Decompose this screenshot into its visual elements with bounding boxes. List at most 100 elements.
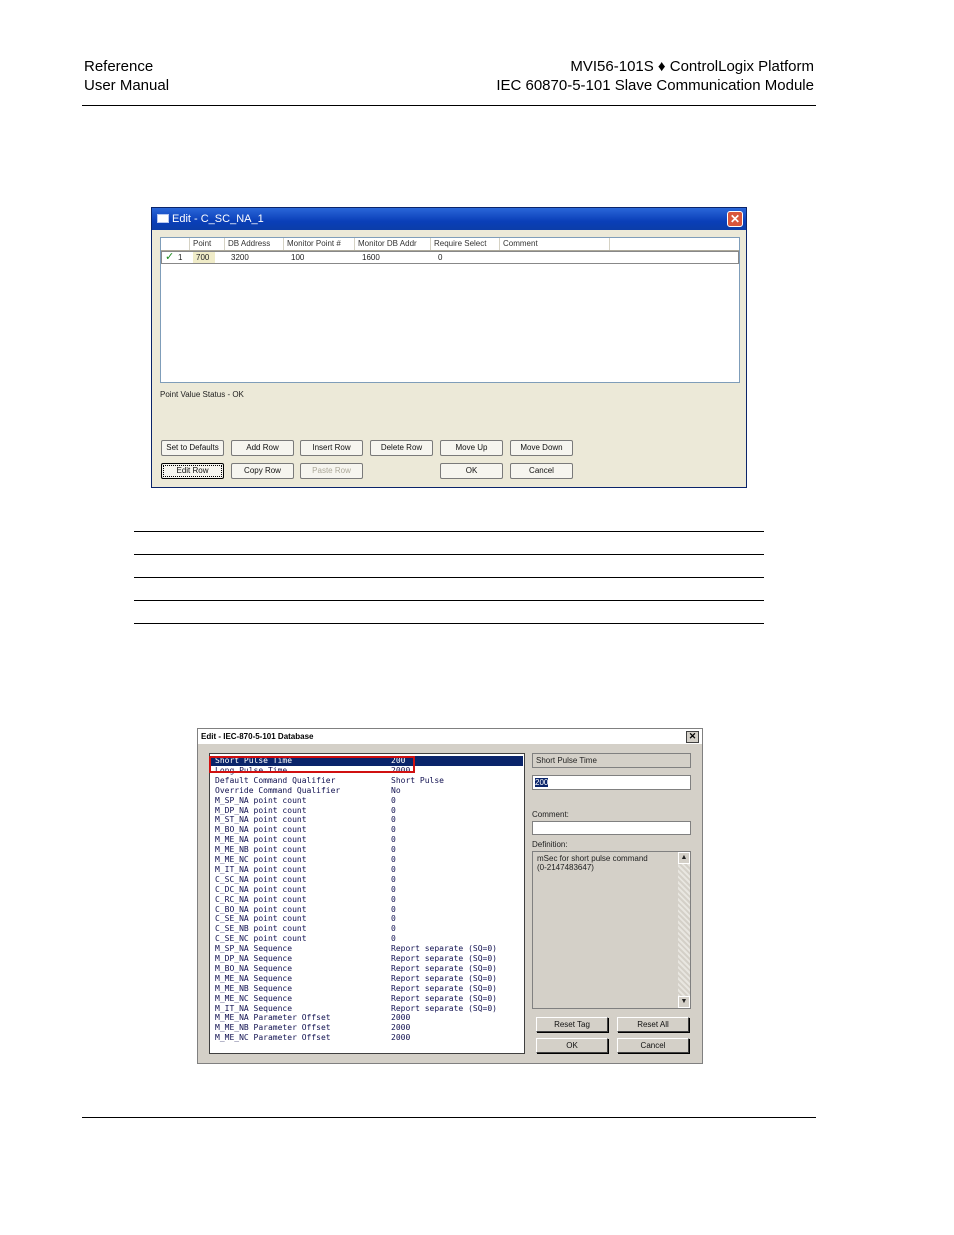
parameter-name: M_BO_NA Sequence bbox=[215, 963, 293, 973]
list-item[interactable]: C_SC_NA point count 0 bbox=[210, 875, 523, 885]
list-item[interactable]: C_BO_NA point count 0 bbox=[210, 905, 523, 915]
parameter-name: M_SP_NA Sequence bbox=[215, 944, 293, 954]
parameter-name: M_ME_NA Sequence bbox=[215, 973, 293, 983]
ok-button[interactable]: OK bbox=[440, 463, 503, 479]
comment-field[interactable] bbox=[532, 821, 691, 835]
header-module: IEC 60870-5-101 Slave Communication Modu… bbox=[496, 77, 814, 94]
value-input[interactable]: 200 bbox=[532, 775, 691, 790]
move-down-button[interactable]: Move Down bbox=[510, 440, 573, 456]
move-up-button[interactable]: Move Up bbox=[440, 440, 503, 456]
grid-header: Point DB Address Monitor Point # Monitor… bbox=[161, 238, 739, 251]
list-item[interactable]: M_BO_NA Sequence Report separate (SQ=0) bbox=[210, 964, 523, 974]
header-product: MVI56-101S ♦ ControlLogix Platform bbox=[570, 58, 814, 75]
list-item[interactable]: M_IT_NA Sequence Report separate (SQ=0) bbox=[210, 1004, 523, 1014]
reset-all-button[interactable]: Reset All bbox=[617, 1017, 689, 1032]
list-item[interactable]: Override Command Qualifier No bbox=[210, 786, 523, 796]
parameter-value: 0 bbox=[391, 795, 396, 805]
header-section: Reference bbox=[84, 58, 154, 75]
parameter-value: Report separate (SQ=0) bbox=[391, 944, 497, 954]
parameter-value: 0 bbox=[391, 845, 396, 855]
definition-scrollbar[interactable]: ▲ ▼ bbox=[677, 852, 690, 1008]
list-item[interactable]: M_ME_NB Parameter Offset 2000 bbox=[210, 1023, 523, 1033]
list-item[interactable]: C_RC_NA point count 0 bbox=[210, 895, 523, 905]
grid-header-comment: Comment bbox=[500, 238, 610, 250]
reset-tag-button[interactable]: Reset Tag bbox=[536, 1017, 608, 1032]
list-item[interactable]: M_ME_NC Sequence Report separate (SQ=0) bbox=[210, 994, 523, 1004]
cell-comment[interactable] bbox=[504, 252, 507, 263]
parameter-value: Report separate (SQ=0) bbox=[391, 1003, 497, 1013]
grid-header-monitor-point: Monitor Point # bbox=[284, 238, 355, 250]
list-item[interactable]: M_ME_NB Sequence Report separate (SQ=0) bbox=[210, 984, 523, 994]
parameter-name: Override Command Qualifier bbox=[215, 785, 341, 795]
list-item[interactable]: M_ME_NC Parameter Offset 2000 bbox=[210, 1033, 523, 1043]
scroll-down-icon[interactable]: ▼ bbox=[678, 996, 690, 1008]
parameter-name: M_DP_NA Sequence bbox=[215, 954, 293, 963]
cancel-button[interactable]: Cancel bbox=[617, 1038, 689, 1053]
table-rule-5 bbox=[134, 623, 764, 624]
parameter-name: C_SE_NB point count bbox=[215, 924, 307, 934]
definition-box: mSec for short pulse command (0-21474836… bbox=[532, 851, 691, 1009]
check-icon: ✓ bbox=[165, 251, 175, 263]
list-item[interactable]: C_SE_NC point count 0 bbox=[210, 934, 523, 944]
header-rule bbox=[82, 105, 816, 106]
parameter-list[interactable]: Short Pulse Time 200 Long Pulse Time 2000 De… bbox=[209, 753, 525, 1054]
list-item[interactable]: M_ME_NA Sequence Report separate (SQ=0) bbox=[210, 974, 523, 984]
list-item[interactable]: C_DC_NA point count 0 bbox=[210, 885, 523, 895]
scroll-up-icon[interactable]: ▲ bbox=[678, 852, 690, 864]
list-item[interactable]: M_ME_NA point count 0 bbox=[210, 835, 523, 845]
value-input-text: 200 bbox=[535, 778, 549, 787]
edit-c-sc-na-1-dialog: Edit - C_SC_NA_1 ✕ Point DB Address Moni… bbox=[151, 207, 747, 488]
insert-row-button[interactable]: Insert Row bbox=[300, 440, 363, 456]
list-item[interactable]: M_IT_NA point count 0 bbox=[210, 865, 523, 875]
parameter-value: 0 bbox=[391, 825, 396, 835]
list-item[interactable]: M_SP_NA point count 0 bbox=[210, 796, 523, 806]
parameter-value: 0 bbox=[391, 855, 396, 864]
parameter-name: M_ME_NB point count bbox=[215, 845, 307, 855]
table-rule-3 bbox=[134, 577, 764, 578]
list-item[interactable]: M_BO_NA point count 0 bbox=[210, 825, 523, 835]
edit-iec-database-dialog: Edit - IEC-870-5-101 Database ✕ Short Pu… bbox=[197, 728, 703, 1064]
table-rule-1 bbox=[134, 531, 764, 532]
parameter-name: M_ME_NC Sequence bbox=[215, 993, 293, 1003]
cancel-button[interactable]: Cancel bbox=[510, 463, 573, 479]
cell-point[interactable]: 700 bbox=[193, 252, 215, 263]
parameter-name: M_IT_NA point count bbox=[215, 864, 307, 874]
add-row-button[interactable]: Add Row bbox=[231, 440, 294, 456]
cell-require-select[interactable]: 0 bbox=[435, 252, 442, 263]
list-item[interactable]: M_DP_NA point count 0 bbox=[210, 806, 523, 816]
parameter-name: M_ME_NC point count bbox=[215, 855, 307, 864]
list-item[interactable]: M_SP_NA Sequence Report separate (SQ=0) bbox=[210, 944, 523, 954]
parameter-value: Report separate (SQ=0) bbox=[391, 963, 497, 973]
edit-row-button[interactable]: Edit Row bbox=[161, 463, 224, 479]
highlight-box bbox=[209, 756, 415, 773]
point-grid[interactable]: Point DB Address Monitor Point # Monitor… bbox=[160, 237, 740, 383]
list-item[interactable]: M_ME_NB point count 0 bbox=[210, 845, 523, 855]
list-item[interactable]: M_ME_NA Parameter Offset 2000 bbox=[210, 1013, 523, 1023]
cell-monitor-point[interactable]: 100 bbox=[288, 252, 304, 263]
close-icon[interactable]: ✕ bbox=[727, 211, 743, 227]
parameter-name: Default Command Qualifier bbox=[215, 775, 336, 785]
list-item[interactable]: Default Command Qualifier Short Pulse bbox=[210, 776, 523, 786]
list-item[interactable]: C_SE_NA point count 0 bbox=[210, 914, 523, 924]
parameter-value: 0 bbox=[391, 864, 396, 874]
list-item[interactable]: M_ST_NA point count 0 bbox=[210, 815, 523, 825]
ok-button[interactable]: OK bbox=[536, 1038, 608, 1053]
list-item[interactable]: M_DP_NA Sequence Report separate (SQ=0) bbox=[210, 954, 523, 964]
parameter-value: 0 bbox=[391, 884, 396, 894]
parameter-name: C_SC_NA point count bbox=[215, 874, 307, 884]
delete-row-button[interactable]: Delete Row bbox=[370, 440, 433, 456]
definition-text-1: mSec for short pulse command bbox=[537, 854, 648, 863]
cell-monitor-db-addr[interactable]: 1600 bbox=[359, 252, 380, 263]
copy-row-button[interactable]: Copy Row bbox=[231, 463, 294, 479]
list-item[interactable]: C_SE_NB point count 0 bbox=[210, 924, 523, 934]
grid-header-index bbox=[161, 238, 190, 250]
close-icon[interactable]: ✕ bbox=[686, 731, 699, 743]
cell-db-address[interactable]: 3200 bbox=[228, 252, 249, 263]
set-to-defaults-button[interactable]: Set to Defaults bbox=[161, 440, 224, 456]
list-item[interactable]: M_ME_NC point count 0 bbox=[210, 855, 523, 865]
dialog2-title: Edit - IEC-870-5-101 Database bbox=[201, 732, 314, 741]
parameter-value: 0 bbox=[391, 815, 396, 825]
table-row[interactable]: ✓ 1 700 3200 100 1600 0 bbox=[161, 251, 739, 264]
paste-row-button[interactable]: Paste Row bbox=[300, 463, 363, 479]
parameter-name: M_ME_NB Parameter Offset bbox=[215, 1023, 331, 1033]
